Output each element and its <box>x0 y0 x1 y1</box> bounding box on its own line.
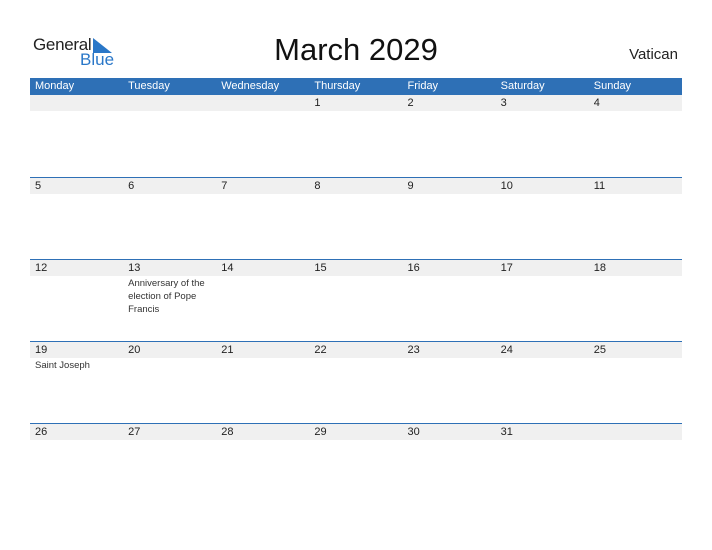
day-event <box>403 194 496 195</box>
day-event <box>589 276 682 316</box>
day-event <box>496 194 589 195</box>
week-row: 26 27 28 29 30 31 <box>30 423 682 505</box>
day-number-row: 12 13 14 15 16 17 18 <box>30 260 682 276</box>
day-event <box>403 111 496 112</box>
day-number: 31 <box>500 426 513 438</box>
day-event <box>216 276 309 316</box>
day-event <box>309 111 402 112</box>
day-number: 21 <box>221 344 234 356</box>
day-event <box>403 440 496 441</box>
day-event <box>496 440 589 441</box>
calendar-title: March 2029 <box>274 32 438 67</box>
day-number: 22 <box>314 344 327 356</box>
day-event <box>123 194 216 195</box>
day-event <box>309 194 402 195</box>
day-number: 5 <box>35 180 42 192</box>
day-number <box>123 95 216 111</box>
day-event <box>123 440 216 441</box>
day-event <box>496 111 589 112</box>
day-event <box>403 358 496 372</box>
country-label: Vatican <box>629 46 678 63</box>
day-event: Saint Joseph <box>35 360 90 371</box>
day-number <box>216 95 309 111</box>
event-row: Anniversary of the election of Pope Fran… <box>30 276 682 316</box>
day-number <box>589 424 682 440</box>
event-row: Saint Joseph <box>30 358 682 372</box>
day-number: 26 <box>35 426 48 438</box>
day-number: 11 <box>593 180 606 192</box>
day-number: 8 <box>314 180 321 192</box>
day-event <box>589 358 682 372</box>
event-row <box>30 194 682 195</box>
day-number-row: 1 2 3 4 <box>30 95 682 111</box>
day-number: 7 <box>221 180 228 192</box>
day-number: 1 <box>314 97 321 109</box>
day-event <box>589 111 682 112</box>
day-event <box>30 194 123 195</box>
day-event <box>123 111 216 112</box>
day-number-row: 26 27 28 29 30 31 <box>30 424 682 440</box>
day-event <box>123 358 216 372</box>
day-number: 12 <box>35 262 48 274</box>
day-event <box>589 194 682 195</box>
day-event <box>216 358 309 372</box>
week-row: 12 13 14 15 16 17 18 Anniversary of the electio… <box>30 259 682 341</box>
weekday-sunday: Sunday <box>593 80 632 92</box>
day-number: 3 <box>500 97 507 109</box>
day-event <box>216 440 309 441</box>
day-number: 14 <box>221 262 234 274</box>
day-event <box>496 358 589 372</box>
day-number: 30 <box>407 426 420 438</box>
day-event <box>30 111 123 112</box>
day-event <box>309 276 402 316</box>
day-event <box>216 111 309 112</box>
day-event <box>496 276 589 316</box>
day-number: 2 <box>407 97 414 109</box>
day-number-row: 19 20 21 22 23 24 25 <box>30 342 682 358</box>
weekday-wednesday: Wednesday <box>221 80 280 92</box>
event-row <box>30 440 682 441</box>
day-number: 9 <box>407 180 414 192</box>
day-number: 15 <box>314 262 327 274</box>
day-number: 16 <box>407 262 420 274</box>
day-number: 20 <box>128 344 141 356</box>
day-number: 27 <box>128 426 141 438</box>
weekday-tuesday: Tuesday <box>128 80 170 92</box>
weekday-friday: Friday <box>407 80 439 92</box>
day-number: 25 <box>593 344 606 356</box>
weekday-thursday: Thursday <box>314 80 361 92</box>
weekday-saturday: Saturday <box>500 80 545 92</box>
day-number: 4 <box>593 97 600 109</box>
event-row <box>30 111 682 112</box>
day-number: 24 <box>500 344 513 356</box>
day-number: 10 <box>500 180 513 192</box>
day-event <box>30 440 123 441</box>
day-event <box>589 440 682 441</box>
weekday-monday: Monday <box>35 80 75 92</box>
day-event <box>309 440 402 441</box>
day-number: 28 <box>221 426 234 438</box>
day-number-row: 5 6 7 8 9 10 11 <box>30 178 682 194</box>
day-number: 23 <box>407 344 420 356</box>
day-event: Anniversary of the election of Pope Fran… <box>128 278 205 315</box>
day-event <box>309 358 402 372</box>
day-event <box>30 276 123 316</box>
week-row: 1 2 3 4 <box>30 95 682 177</box>
week-row: 5 6 7 8 9 10 11 <box>30 177 682 259</box>
day-number: 17 <box>500 262 513 274</box>
day-number: 19 <box>35 344 48 356</box>
day-number: 13 <box>128 262 141 274</box>
day-event <box>403 276 496 316</box>
week-row: 19 20 21 22 23 24 25 Saint Joseph <box>30 341 682 423</box>
day-event <box>216 194 309 195</box>
day-number: 29 <box>314 426 327 438</box>
calendar-grid: Monday Tuesday Wednesday Thursday Friday… <box>30 78 682 505</box>
weekday-header: Monday Tuesday Wednesday Thursday Friday… <box>30 78 682 95</box>
day-number: 6 <box>128 180 135 192</box>
day-number: 18 <box>593 262 606 274</box>
day-number <box>30 95 123 111</box>
